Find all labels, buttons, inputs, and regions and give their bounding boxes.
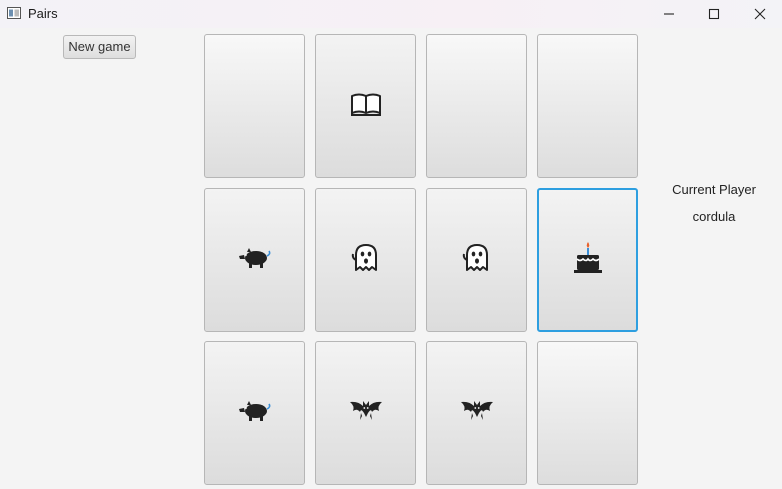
maximize-icon (708, 8, 720, 20)
current-player-label: Current Player (672, 182, 756, 197)
card-r1-c4[interactable] (537, 34, 638, 178)
card-r3-c4[interactable] (537, 341, 638, 485)
card-r2-c1[interactable] (204, 188, 305, 332)
birthday-cake-icon (572, 241, 604, 280)
card-r3-c1[interactable] (204, 341, 305, 485)
card-r2-c2[interactable] (315, 188, 416, 332)
ghost-icon (350, 242, 382, 279)
window-title: Pairs (28, 6, 58, 21)
book-icon (350, 92, 382, 121)
card-r1-c2[interactable] (315, 34, 416, 178)
minimize-icon (664, 13, 674, 15)
card-r1-c3[interactable] (426, 34, 527, 178)
card-r2-c3[interactable] (426, 188, 527, 332)
card-r3-c2[interactable] (315, 341, 416, 485)
bat-icon (348, 398, 384, 429)
close-button[interactable] (738, 0, 782, 28)
ghost-icon (461, 242, 493, 279)
pig-icon (238, 246, 272, 275)
maximize-button[interactable] (692, 0, 736, 28)
bat-icon (459, 398, 495, 429)
card-r3-c3[interactable] (426, 341, 527, 485)
card-r2-c4[interactable] (537, 188, 638, 332)
close-icon (754, 8, 766, 20)
minimize-button[interactable] (647, 0, 691, 28)
app-icon (7, 7, 21, 19)
title-bar: Pairs (0, 0, 782, 28)
new-game-button[interactable]: New game (63, 35, 136, 59)
current-player-name: cordula (692, 209, 736, 224)
card-r1-c1[interactable] (204, 34, 305, 178)
pig-icon (238, 399, 272, 428)
